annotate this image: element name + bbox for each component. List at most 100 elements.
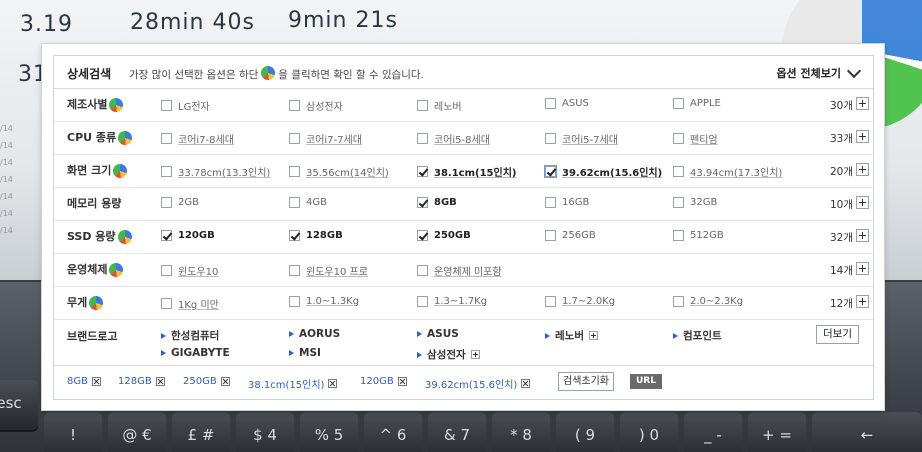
checkbox[interactable] — [673, 133, 684, 144]
selected-filter-tag[interactable]: 8GB — [67, 376, 101, 387]
expand-row-button[interactable] — [856, 130, 869, 143]
expand-row-button[interactable] — [856, 163, 869, 176]
checkbox[interactable] — [417, 230, 428, 241]
checkbox[interactable] — [161, 265, 172, 276]
checkbox[interactable] — [417, 133, 428, 144]
expand-icon[interactable] — [470, 350, 480, 359]
selected-filter-tag[interactable]: 38.1cm(15인치) — [248, 376, 338, 391]
checkbox[interactable] — [161, 166, 172, 177]
filter-option[interactable]: 레노버 — [417, 98, 462, 113]
reset-search-button[interactable]: 검색초기화 — [558, 372, 614, 391]
selected-filter-tag[interactable]: 250GB — [183, 376, 230, 387]
expand-row-button[interactable] — [856, 196, 869, 209]
filter-option[interactable]: 코어i5-7세대 — [545, 131, 618, 146]
filter-option[interactable]: 1.3~1.7Kg — [417, 296, 487, 307]
checkbox[interactable] — [161, 133, 172, 144]
pie-chart-icon[interactable] — [89, 296, 104, 310]
brand-link[interactable]: 레노버 — [545, 328, 598, 343]
brand-link[interactable]: 한성컴퓨터 — [161, 328, 219, 343]
filter-option[interactable]: 8GB — [417, 197, 457, 208]
checkbox[interactable] — [673, 98, 684, 109]
checkbox[interactable] — [673, 296, 684, 307]
brand-link[interactable]: GIGABYTE — [161, 347, 230, 359]
brand-link[interactable]: MSI — [289, 347, 321, 359]
filter-option[interactable]: APPLE — [673, 98, 721, 109]
checkbox[interactable] — [673, 230, 684, 241]
selected-filter-tag[interactable]: 120GB — [360, 376, 407, 387]
remove-icon[interactable] — [521, 379, 531, 388]
checkbox[interactable] — [289, 197, 300, 208]
filter-option[interactable]: 운영체제 미포함 — [417, 263, 502, 278]
url-button[interactable]: URL — [630, 374, 662, 389]
remove-icon[interactable] — [220, 377, 230, 386]
checkbox[interactable] — [289, 296, 300, 307]
filter-option[interactable]: 코어i7-8세대 — [161, 131, 234, 146]
filter-option[interactable]: 38.1cm(15인치) — [417, 164, 516, 179]
checkbox[interactable] — [545, 197, 556, 208]
checkbox[interactable] — [417, 265, 428, 276]
checkbox[interactable] — [545, 230, 556, 241]
filter-option[interactable]: 128GB — [289, 230, 343, 241]
filter-option[interactable]: 250GB — [417, 230, 471, 241]
expand-row-button[interactable] — [856, 262, 869, 275]
all-options-toggle[interactable]: 옵션 전체보기 — [776, 63, 862, 81]
checkbox[interactable] — [289, 133, 300, 144]
filter-option[interactable]: 코어i7-7세대 — [289, 131, 362, 146]
checkbox[interactable] — [289, 166, 300, 177]
checkbox[interactable] — [161, 100, 172, 111]
brand-link[interactable]: AORUS — [289, 328, 340, 340]
filter-option[interactable]: 코어i5-8세대 — [417, 131, 490, 146]
filter-option[interactable]: 2GB — [161, 197, 199, 208]
remove-icon[interactable] — [155, 377, 165, 386]
checkbox[interactable] — [161, 230, 172, 241]
filter-option[interactable]: 4GB — [289, 197, 327, 208]
pie-chart-icon[interactable] — [109, 98, 124, 112]
checkbox[interactable] — [289, 230, 300, 241]
selected-filter-tag[interactable]: 128GB — [118, 376, 165, 387]
filter-option[interactable]: 39.62cm(15.6인치) — [544, 164, 662, 179]
filter-option[interactable]: 43.94cm(17.3인치) — [673, 164, 782, 179]
checkbox[interactable] — [545, 296, 556, 307]
filter-option[interactable]: 윈도우10 — [161, 263, 218, 278]
checkbox[interactable] — [545, 133, 556, 144]
expand-row-button[interactable] — [856, 97, 869, 110]
filter-option[interactable]: LG전자 — [161, 98, 210, 113]
filter-option[interactable]: 33.78cm(13.3인치) — [161, 164, 270, 179]
filter-option[interactable]: 120GB — [161, 230, 215, 241]
filter-option[interactable]: 1.7~2.0Kg — [545, 296, 615, 307]
checkbox[interactable] — [417, 197, 428, 208]
checkbox[interactable] — [289, 265, 300, 276]
remove-icon[interactable] — [328, 379, 338, 388]
filter-option[interactable]: 512GB — [673, 230, 724, 241]
filter-option[interactable]: 펜티엄 — [673, 131, 718, 146]
filter-option[interactable]: 2.0~2.3Kg — [673, 296, 743, 307]
checkbox[interactable] — [161, 298, 172, 309]
filter-option[interactable]: 1Kg 미만 — [161, 296, 219, 311]
checkbox[interactable] — [161, 197, 172, 208]
pie-chart-icon[interactable] — [113, 164, 128, 178]
filter-option[interactable]: 삼성전자 — [289, 98, 343, 113]
checkbox[interactable] — [417, 296, 428, 307]
filter-option[interactable]: 256GB — [545, 230, 596, 241]
checkbox[interactable] — [289, 100, 300, 111]
filter-option[interactable]: 16GB — [545, 197, 589, 208]
pie-chart-icon[interactable] — [118, 131, 133, 145]
expand-row-button[interactable] — [856, 229, 869, 242]
remove-icon[interactable] — [397, 377, 407, 386]
filter-option[interactable]: 32GB — [673, 197, 717, 208]
brand-more-button[interactable]: 더보기 — [816, 325, 859, 344]
pie-chart-icon[interactable] — [117, 230, 132, 244]
filter-option[interactable]: 1.0~1.3Kg — [289, 296, 359, 307]
brand-link[interactable]: ASUS — [417, 328, 459, 340]
expand-row-button[interactable] — [856, 295, 869, 308]
checkbox[interactable] — [673, 197, 684, 208]
filter-option[interactable]: 35.56cm(14인치) — [289, 164, 389, 179]
checkbox[interactable] — [544, 165, 557, 178]
expand-icon[interactable] — [588, 331, 598, 340]
filter-option[interactable]: ASUS — [545, 98, 589, 109]
pie-chart-icon[interactable] — [109, 263, 124, 277]
checkbox[interactable] — [673, 166, 684, 177]
brand-link[interactable]: 컴포인트 — [673, 328, 722, 343]
brand-link[interactable]: 삼성전자 — [417, 347, 480, 362]
remove-icon[interactable] — [91, 377, 101, 386]
